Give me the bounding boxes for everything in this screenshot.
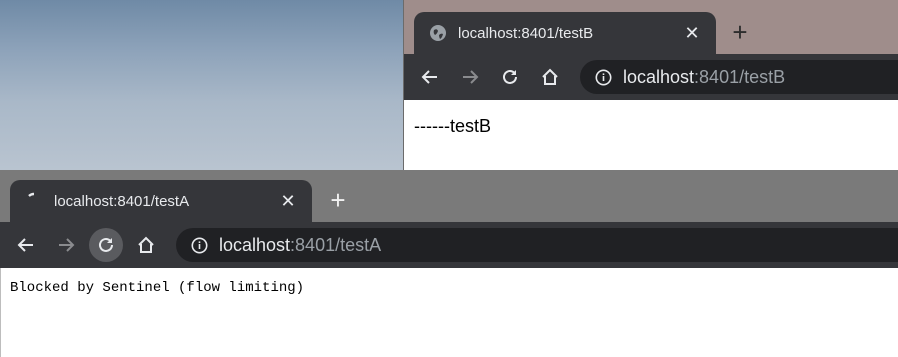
page-content: Blocked by Sentinel (flow limiting) (0, 268, 898, 357)
back-button[interactable] (9, 228, 43, 262)
desktop-background (0, 0, 404, 170)
tab-testa[interactable]: localhost:8401/testA ✕ (10, 180, 312, 222)
tab-strip: localhost:8401/testA ✕ + (0, 170, 898, 222)
tab-title: localhost:8401/testA (54, 192, 190, 210)
url-path: :8401/testB (694, 66, 786, 87)
forward-button[interactable] (453, 60, 487, 94)
home-button[interactable] (533, 60, 567, 94)
browser-toolbar: localhost:8401/testA (0, 222, 898, 268)
forward-arrow-icon (59, 238, 75, 252)
response-text: ------testB (414, 116, 491, 136)
tab-strip: localhost:8401/testB ✕ + (404, 0, 898, 54)
url-host: localhost (219, 234, 291, 255)
loading-spinner-icon (24, 191, 44, 211)
home-icon (138, 236, 154, 253)
home-button[interactable] (129, 228, 163, 262)
back-button[interactable] (413, 60, 447, 94)
response-text: Blocked by Sentinel (flow limiting) (10, 280, 305, 296)
tab-testb[interactable]: localhost:8401/testB ✕ (414, 12, 716, 54)
reload-icon (99, 237, 113, 252)
reload-icon (503, 69, 517, 84)
page-content: ------testB (404, 100, 898, 170)
url-text: localhost:8401/testA (219, 235, 381, 256)
tab-title: localhost:8401/testB (458, 24, 594, 42)
info-icon[interactable] (594, 68, 612, 86)
browser-window-testa: localhost:8401/testA ✕ + localhost:8401/… (0, 170, 898, 357)
close-icon[interactable]: ✕ (682, 23, 702, 44)
plus-icon: + (330, 185, 346, 215)
back-arrow-icon (17, 238, 33, 252)
new-tab-button[interactable]: + (726, 18, 754, 46)
home-icon (542, 68, 558, 85)
url-host: localhost (623, 66, 695, 87)
forward-button[interactable] (49, 228, 83, 262)
forward-arrow-icon (463, 70, 479, 84)
url-path: :8401/testA (290, 234, 382, 255)
close-icon[interactable]: ✕ (278, 191, 298, 212)
browser-toolbar: localhost:8401/testB (404, 54, 898, 100)
plus-icon: + (732, 17, 748, 47)
url-text: localhost:8401/testB (623, 67, 785, 88)
browser-window-testb: localhost:8401/testB ✕ + localhost:8401/… (403, 0, 898, 170)
reload-button[interactable] (89, 228, 123, 262)
back-arrow-icon (421, 70, 437, 84)
new-tab-button[interactable]: + (324, 186, 352, 214)
info-icon[interactable] (190, 236, 208, 254)
address-bar[interactable]: localhost:8401/testB (580, 60, 898, 94)
globe-icon (428, 23, 448, 43)
address-bar[interactable]: localhost:8401/testA (176, 228, 898, 262)
reload-button[interactable] (493, 60, 527, 94)
